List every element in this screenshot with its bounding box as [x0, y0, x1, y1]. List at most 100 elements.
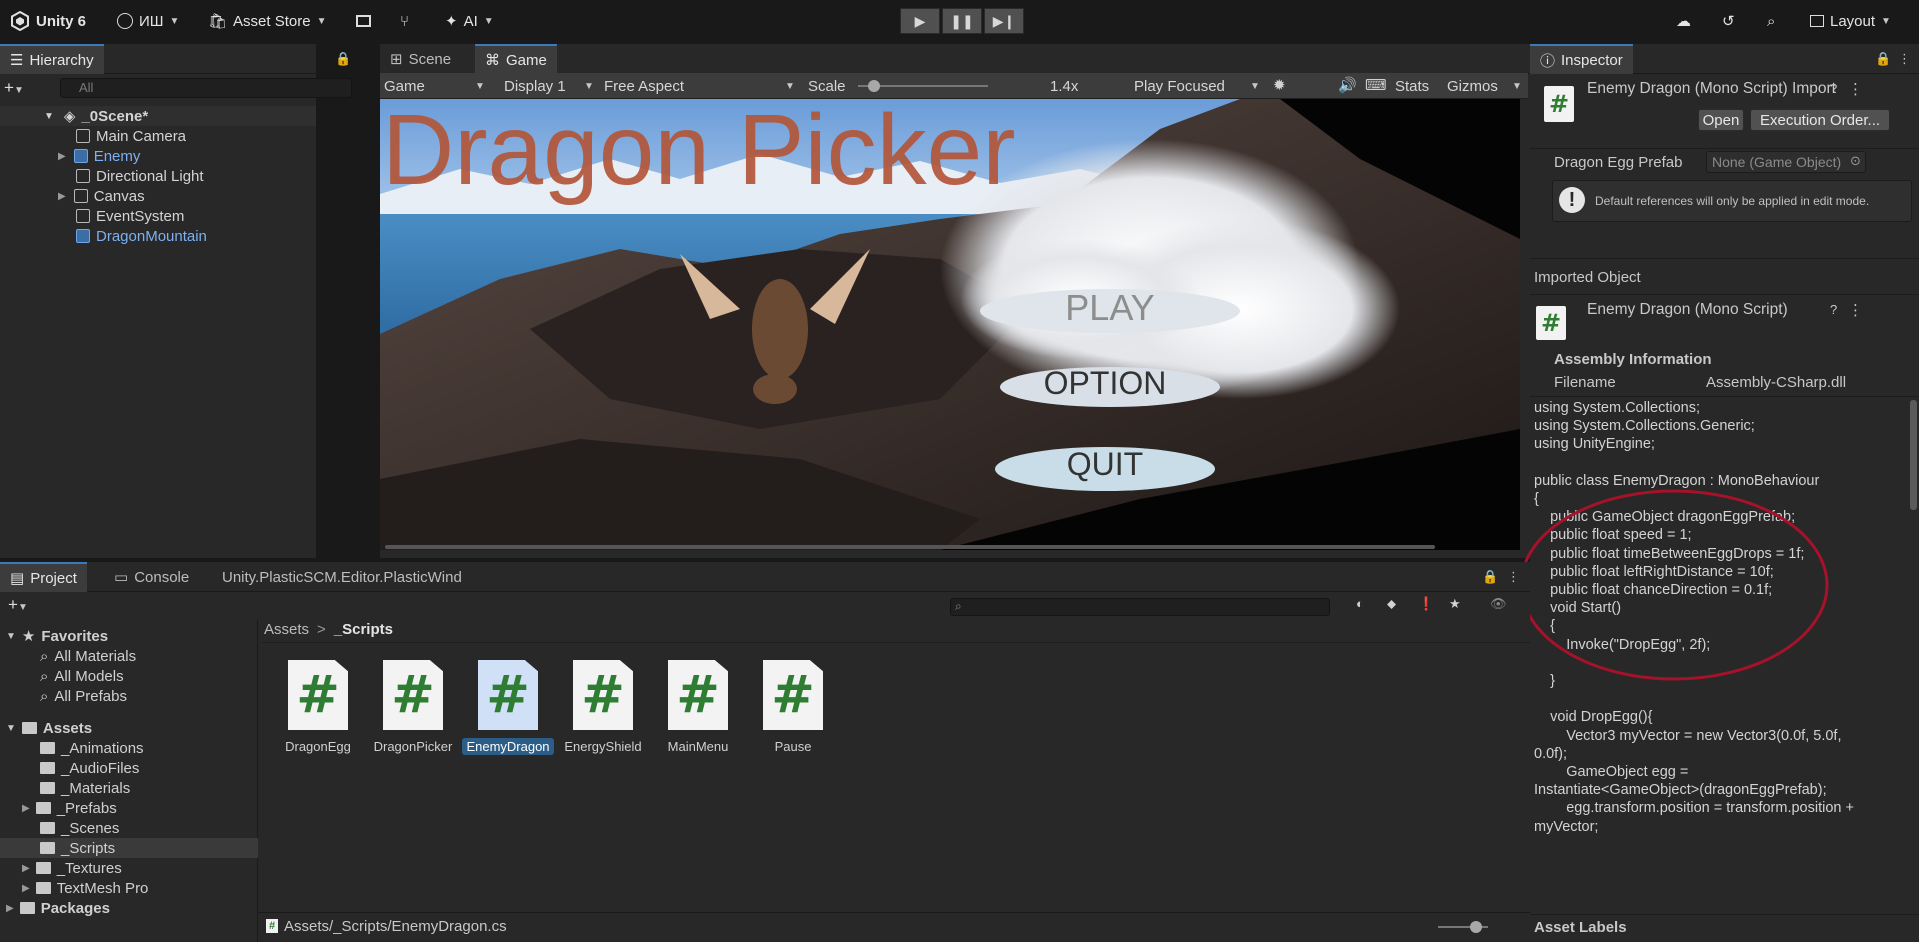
stats-button[interactable]: Stats	[1395, 76, 1429, 96]
asset-store-label: Asset Store	[233, 12, 311, 30]
search-button[interactable]: ⌕	[1767, 9, 1775, 33]
cloud-button[interactable]: ☁	[1676, 9, 1691, 33]
project-search-input[interactable]: ⌕	[950, 598, 1330, 616]
tab-game[interactable]: ⌘ Game	[475, 44, 557, 74]
asset-dragonegg[interactable]: # DragonEgg	[272, 660, 364, 755]
settings-icon[interactable]: ⋮	[1848, 301, 1863, 319]
lock-icon[interactable]: 🔒	[1482, 569, 1498, 585]
hierarchy-item-enemy[interactable]: ▶ Enemy	[0, 146, 316, 166]
chevron-down-icon: ▼	[44, 110, 54, 122]
folder-prefabs[interactable]: ▶ _Prefabs	[22, 798, 117, 818]
breadcrumb-current[interactable]: _Scripts	[334, 621, 393, 638]
tab-project[interactable]: ▤ Project	[0, 562, 87, 592]
history-button[interactable]: ↺	[1722, 9, 1735, 33]
folder-audiofiles[interactable]: _AudioFiles	[40, 758, 139, 778]
assets-row[interactable]: ▼ Assets	[6, 718, 92, 738]
folder-materials[interactable]: _Materials	[40, 778, 130, 798]
folder-scenes[interactable]: _Scenes	[40, 818, 119, 838]
keyboard-icon[interactable]: ⌨	[1365, 76, 1387, 94]
asset-dragonpicker[interactable]: # DragonPicker	[367, 660, 459, 755]
favorites-label: Favorites	[41, 627, 109, 645]
help-icon[interactable]: ?	[1830, 81, 1837, 96]
search-icon: ⌕	[955, 599, 962, 613]
visibility-icon[interactable]: 👁	[1490, 596, 1507, 612]
version-control-button[interactable]: ⑂	[400, 9, 409, 33]
menu-play-button[interactable]: PLAY	[1060, 287, 1160, 329]
hierarchy-item-canvas[interactable]: ▶ Canvas	[0, 186, 316, 206]
folder-icon	[40, 782, 55, 794]
hierarchy-search-input[interactable]: All	[60, 78, 352, 98]
menu-option-button[interactable]: OPTION	[1030, 365, 1180, 402]
icon-size-slider-handle[interactable]	[1470, 921, 1482, 933]
project-status-bar: # Assets/_Scripts/EnemyDragon.cs	[258, 912, 1530, 942]
warning-filter-icon[interactable]: ❗	[1418, 596, 1434, 612]
execution-order-button[interactable]: Execution Order...	[1750, 109, 1890, 131]
hierarchy-item-dragonmountain[interactable]: DragonMountain	[0, 226, 316, 246]
game-screen[interactable]: Dragon Picker PLAY OPTION QUIT	[380, 99, 1520, 550]
tab-scene[interactable]: ⊞ Scene	[380, 44, 461, 74]
play-mode-label: Play Focused	[1134, 77, 1225, 95]
create-asset-button[interactable]: +▼	[8, 595, 28, 615]
pause-button[interactable]: ❚❚	[942, 8, 982, 34]
scene-name: _0Scene*	[81, 107, 149, 125]
lock-icon[interactable]: 🔒	[1875, 51, 1891, 67]
filter-label-icon[interactable]: ⬥	[1387, 596, 1396, 612]
object-picker-icon[interactable]: ⊙	[1850, 153, 1861, 169]
favorite-all-models[interactable]: ⌕ All Models	[40, 666, 124, 686]
tab-plastic-scm[interactable]: Unity.PlasticSCM.Editor.PlasticWind	[212, 562, 472, 592]
display-dropdown[interactable]: Display 1	[504, 76, 566, 96]
favorite-all-prefabs[interactable]: ⌕ All Prefabs	[40, 686, 127, 706]
folder-textmesh-pro[interactable]: ▶ TextMesh Pro	[22, 878, 148, 898]
tab-inspector[interactable]: ⓘ Inspector	[1530, 44, 1633, 74]
asset-energyshield[interactable]: # EnergyShield	[557, 660, 649, 755]
open-button[interactable]: Open	[1698, 109, 1744, 131]
asset-label: EnemyDragon	[462, 738, 554, 755]
asset-store-dropdown[interactable]: 🛍 Asset Store ▼	[208, 9, 327, 33]
horizontal-scrollbar[interactable]	[385, 545, 1435, 549]
help-icon[interactable]: ?	[1830, 302, 1837, 317]
account-dropdown[interactable]: ИШ ▼	[117, 9, 179, 33]
hierarchy-item-eventsystem[interactable]: EventSystem	[0, 206, 316, 226]
menu-quit-button[interactable]: QUIT	[1055, 446, 1155, 483]
asset-mainmenu[interactable]: # MainMenu	[652, 660, 744, 755]
gameobject-icon	[76, 129, 90, 143]
hierarchy-item-directional-light[interactable]: Directional Light	[0, 166, 316, 186]
lock-icon[interactable]: 🔒	[335, 51, 351, 67]
folder-scripts[interactable]: _Scripts	[0, 838, 258, 858]
list-icon: ☰	[10, 52, 24, 69]
folder-animations[interactable]: _Animations	[40, 738, 144, 758]
filter-type-icon[interactable]: ◐	[1356, 596, 1364, 611]
gizmos-dropdown[interactable]: Gizmos	[1447, 76, 1498, 96]
hierarchy-item-main-camera[interactable]: Main Camera	[0, 126, 316, 146]
favorite-all-materials[interactable]: ⌕ All Materials	[40, 646, 136, 666]
tab-console[interactable]: ▭ Console	[104, 562, 199, 592]
step-button[interactable]: ▶❙	[984, 8, 1024, 34]
asset-enemydragon[interactable]: # EnemyDragon	[462, 660, 554, 755]
tab-hierarchy[interactable]: ☰ Hierarchy	[0, 44, 104, 74]
asset-pause[interactable]: # Pause	[747, 660, 839, 755]
add-object-button[interactable]: +▼	[4, 78, 34, 98]
aspect-dropdown[interactable]: Free Aspect	[604, 76, 684, 96]
folder-textures[interactable]: ▶ _Textures	[22, 858, 122, 878]
ai-dropdown[interactable]: ✦ AI ▼	[445, 9, 494, 33]
mode-dropdown[interactable]: Game	[384, 76, 425, 96]
more-options-icon[interactable]: ⋮	[1507, 569, 1520, 585]
breadcrumb-root[interactable]: Assets	[264, 621, 309, 638]
star-icon[interactable]: ★	[1449, 596, 1461, 612]
hierarchy-item-label: Directional Light	[96, 167, 204, 185]
audio-icon[interactable]: 🔊	[1338, 76, 1357, 94]
bug-icon[interactable]: ✹	[1273, 76, 1286, 94]
unity-logo-button[interactable]: Unity 6	[10, 9, 86, 33]
package-manager-button[interactable]	[356, 9, 371, 33]
scale-slider-handle[interactable]	[868, 80, 880, 92]
scene-row[interactable]: ▼ ◈ _0Scene*	[0, 106, 316, 126]
favorites-row[interactable]: ▼ ★ Favorites	[6, 626, 108, 646]
settings-icon[interactable]: ⋮	[1848, 80, 1863, 98]
play-button[interactable]: ▶	[900, 8, 940, 34]
more-options-icon[interactable]: ⋮	[1898, 51, 1911, 67]
packages-row[interactable]: ▶ Packages	[6, 898, 110, 918]
dragon-egg-prefab-field[interactable]: None (Game Object)	[1706, 151, 1866, 173]
play-mode-dropdown[interactable]: Play Focused	[1134, 76, 1225, 96]
layout-dropdown[interactable]: Layout ▼	[1810, 9, 1891, 33]
vertical-scrollbar[interactable]	[1910, 400, 1917, 510]
